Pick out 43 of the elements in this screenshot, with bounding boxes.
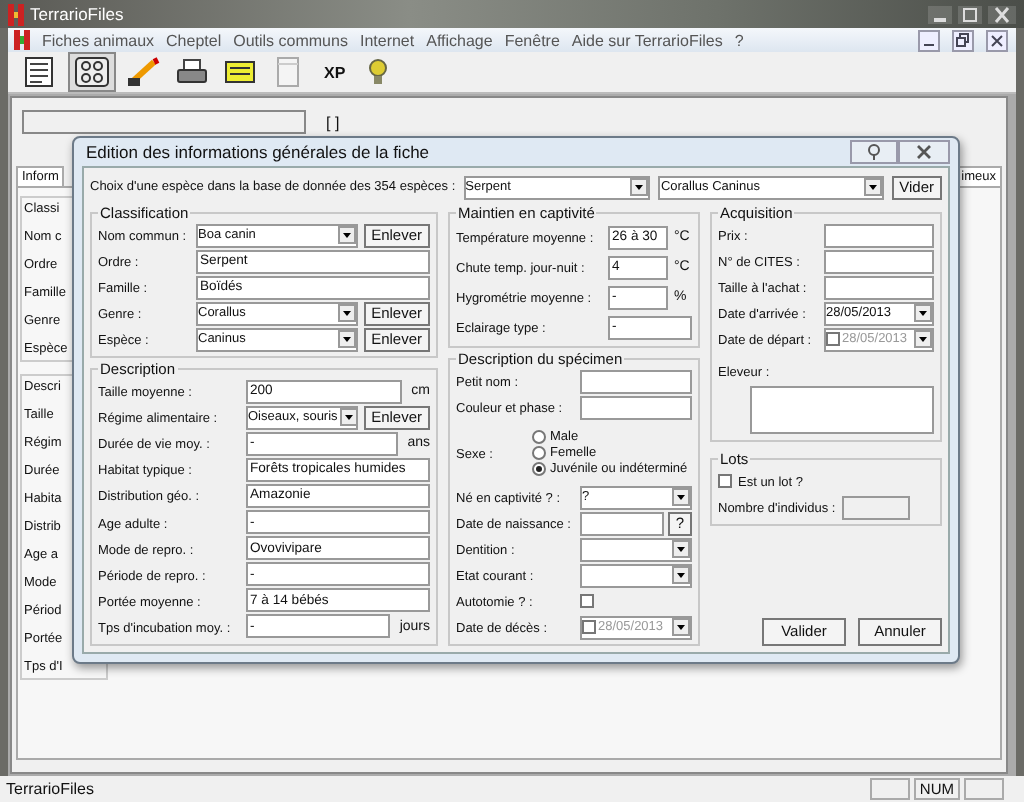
status-text: TerrarioFiles — [6, 780, 95, 798]
checkbox[interactable] — [718, 474, 732, 488]
menu-item[interactable]: Outils communs — [233, 31, 348, 49]
grid-icon[interactable] — [68, 52, 116, 92]
radio-button[interactable] — [532, 445, 546, 459]
menu-item[interactable]: Cheptel — [166, 31, 222, 49]
input-field[interactable] — [824, 249, 934, 273]
minimize-icon[interactable] — [918, 29, 940, 51]
menu-item[interactable]: Fenêtre — [504, 31, 560, 49]
checkbox[interactable] — [580, 594, 594, 608]
checkbox[interactable] — [582, 620, 596, 634]
close-icon[interactable] — [898, 140, 950, 164]
app-icon — [8, 3, 24, 25]
close-icon[interactable] — [986, 29, 1008, 51]
input-field[interactable] — [841, 495, 910, 519]
menu-item[interactable]: Internet — [359, 31, 415, 49]
restore-icon[interactable] — [952, 29, 974, 51]
checkbox[interactable] — [826, 332, 840, 346]
dialog-title: Edition des informations générales de la fiche — [86, 142, 430, 162]
bracket-label: [ ] — [326, 113, 340, 131]
window-title: TerrarioFiles — [30, 4, 124, 24]
input-field[interactable] — [824, 223, 934, 247]
note-icon[interactable] — [220, 56, 260, 88]
menu-item[interactable]: ? — [734, 31, 744, 49]
toolbar-button[interactable]: XP — [316, 63, 354, 81]
input-field[interactable] — [824, 275, 934, 299]
menu-item[interactable]: Fiches animaux — [42, 31, 155, 49]
menu-item[interactable]: Affichage — [426, 31, 493, 49]
pen-icon[interactable] — [124, 56, 164, 88]
menu-item[interactable]: Aide sur TerrarioFiles — [571, 31, 723, 49]
text-area[interactable] — [750, 386, 934, 434]
input-field[interactable] — [580, 511, 664, 535]
minimize-icon[interactable] — [928, 5, 952, 23]
app-icon — [14, 30, 30, 50]
dropdown-arrow-icon[interactable] — [339, 408, 356, 427]
input-field[interactable] — [580, 395, 692, 419]
printer-icon[interactable] — [172, 56, 212, 88]
radio-button[interactable] — [532, 429, 546, 443]
input-field[interactable] — [580, 369, 692, 393]
radio-button[interactable] — [532, 461, 546, 475]
input-field[interactable] — [22, 110, 306, 134]
close-icon[interactable] — [988, 5, 1016, 23]
maximize-icon[interactable] — [958, 5, 982, 23]
